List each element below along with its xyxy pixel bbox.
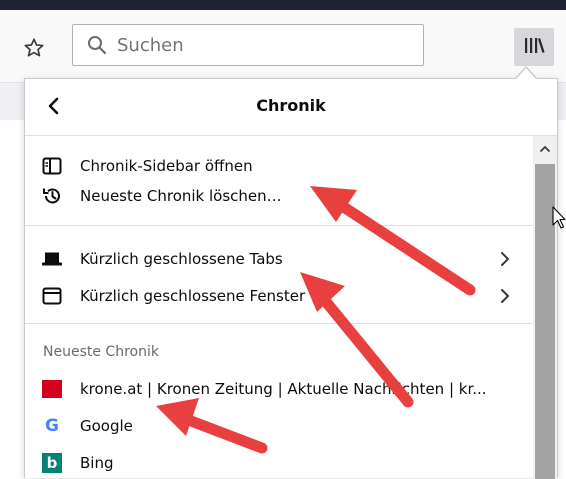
- krone-favicon: [41, 378, 63, 400]
- history-clear-icon: [41, 185, 63, 207]
- chevron-right-icon: [495, 285, 515, 307]
- menu-item-clear-recent-history[interactable]: Neueste Chronik löschen…: [25, 181, 531, 211]
- history-item-label: Google: [80, 417, 133, 435]
- panel-scrollbar[interactable]: [533, 136, 557, 479]
- tab-icon: [41, 248, 63, 270]
- menu-item-label: Kürzlich geschlossene Fenster: [80, 287, 306, 305]
- menu-item-recently-closed-tabs[interactable]: Kürzlich geschlossene Tabs: [25, 244, 531, 274]
- menu-item-open-history-sidebar[interactable]: Chronik-Sidebar öffnen: [25, 151, 531, 181]
- menu-item-label: Chronik-Sidebar öffnen: [80, 157, 253, 175]
- sidebar-icon: [41, 155, 63, 177]
- window-title-bar: [0, 0, 566, 10]
- chevron-right-icon: [495, 248, 515, 270]
- search-icon: [85, 33, 109, 57]
- panel-title: Chronik: [256, 96, 326, 115]
- library-button[interactable]: [514, 28, 554, 66]
- search-placeholder: Suchen: [117, 34, 184, 56]
- history-panel: Chronik Chronik-Sidebar öffnen Neueste C…: [24, 78, 558, 479]
- history-item-krone[interactable]: krone.at | Kronen Zeitung | Aktuelle Nac…: [25, 374, 531, 404]
- history-item-google[interactable]: G Google: [25, 411, 531, 441]
- recent-history-heading: Neueste Chronik: [43, 344, 159, 360]
- separator: [25, 225, 533, 226]
- scroll-up-button[interactable]: [533, 136, 557, 162]
- library-icon: [522, 35, 546, 59]
- separator: [25, 323, 533, 324]
- history-item-label: Bing: [80, 454, 114, 472]
- bing-favicon: b: [42, 453, 62, 473]
- bookmark-star-icon[interactable]: [16, 32, 52, 64]
- panel-header: Chronik: [25, 79, 557, 136]
- menu-item-label: Kürzlich geschlossene Tabs: [80, 250, 283, 268]
- google-favicon: G: [45, 416, 59, 436]
- search-input[interactable]: Suchen: [72, 24, 424, 66]
- history-item-label: krone.at | Kronen Zeitung | Aktuelle Nac…: [80, 380, 487, 398]
- menu-item-recently-closed-windows[interactable]: Kürzlich geschlossene Fenster: [25, 281, 531, 311]
- mouse-cursor-icon: [552, 206, 566, 230]
- panel-arrow-inner: [516, 68, 536, 79]
- history-item-bing[interactable]: b Bing: [25, 448, 531, 478]
- menu-item-label: Neueste Chronik löschen…: [80, 187, 282, 205]
- window-icon: [41, 285, 63, 307]
